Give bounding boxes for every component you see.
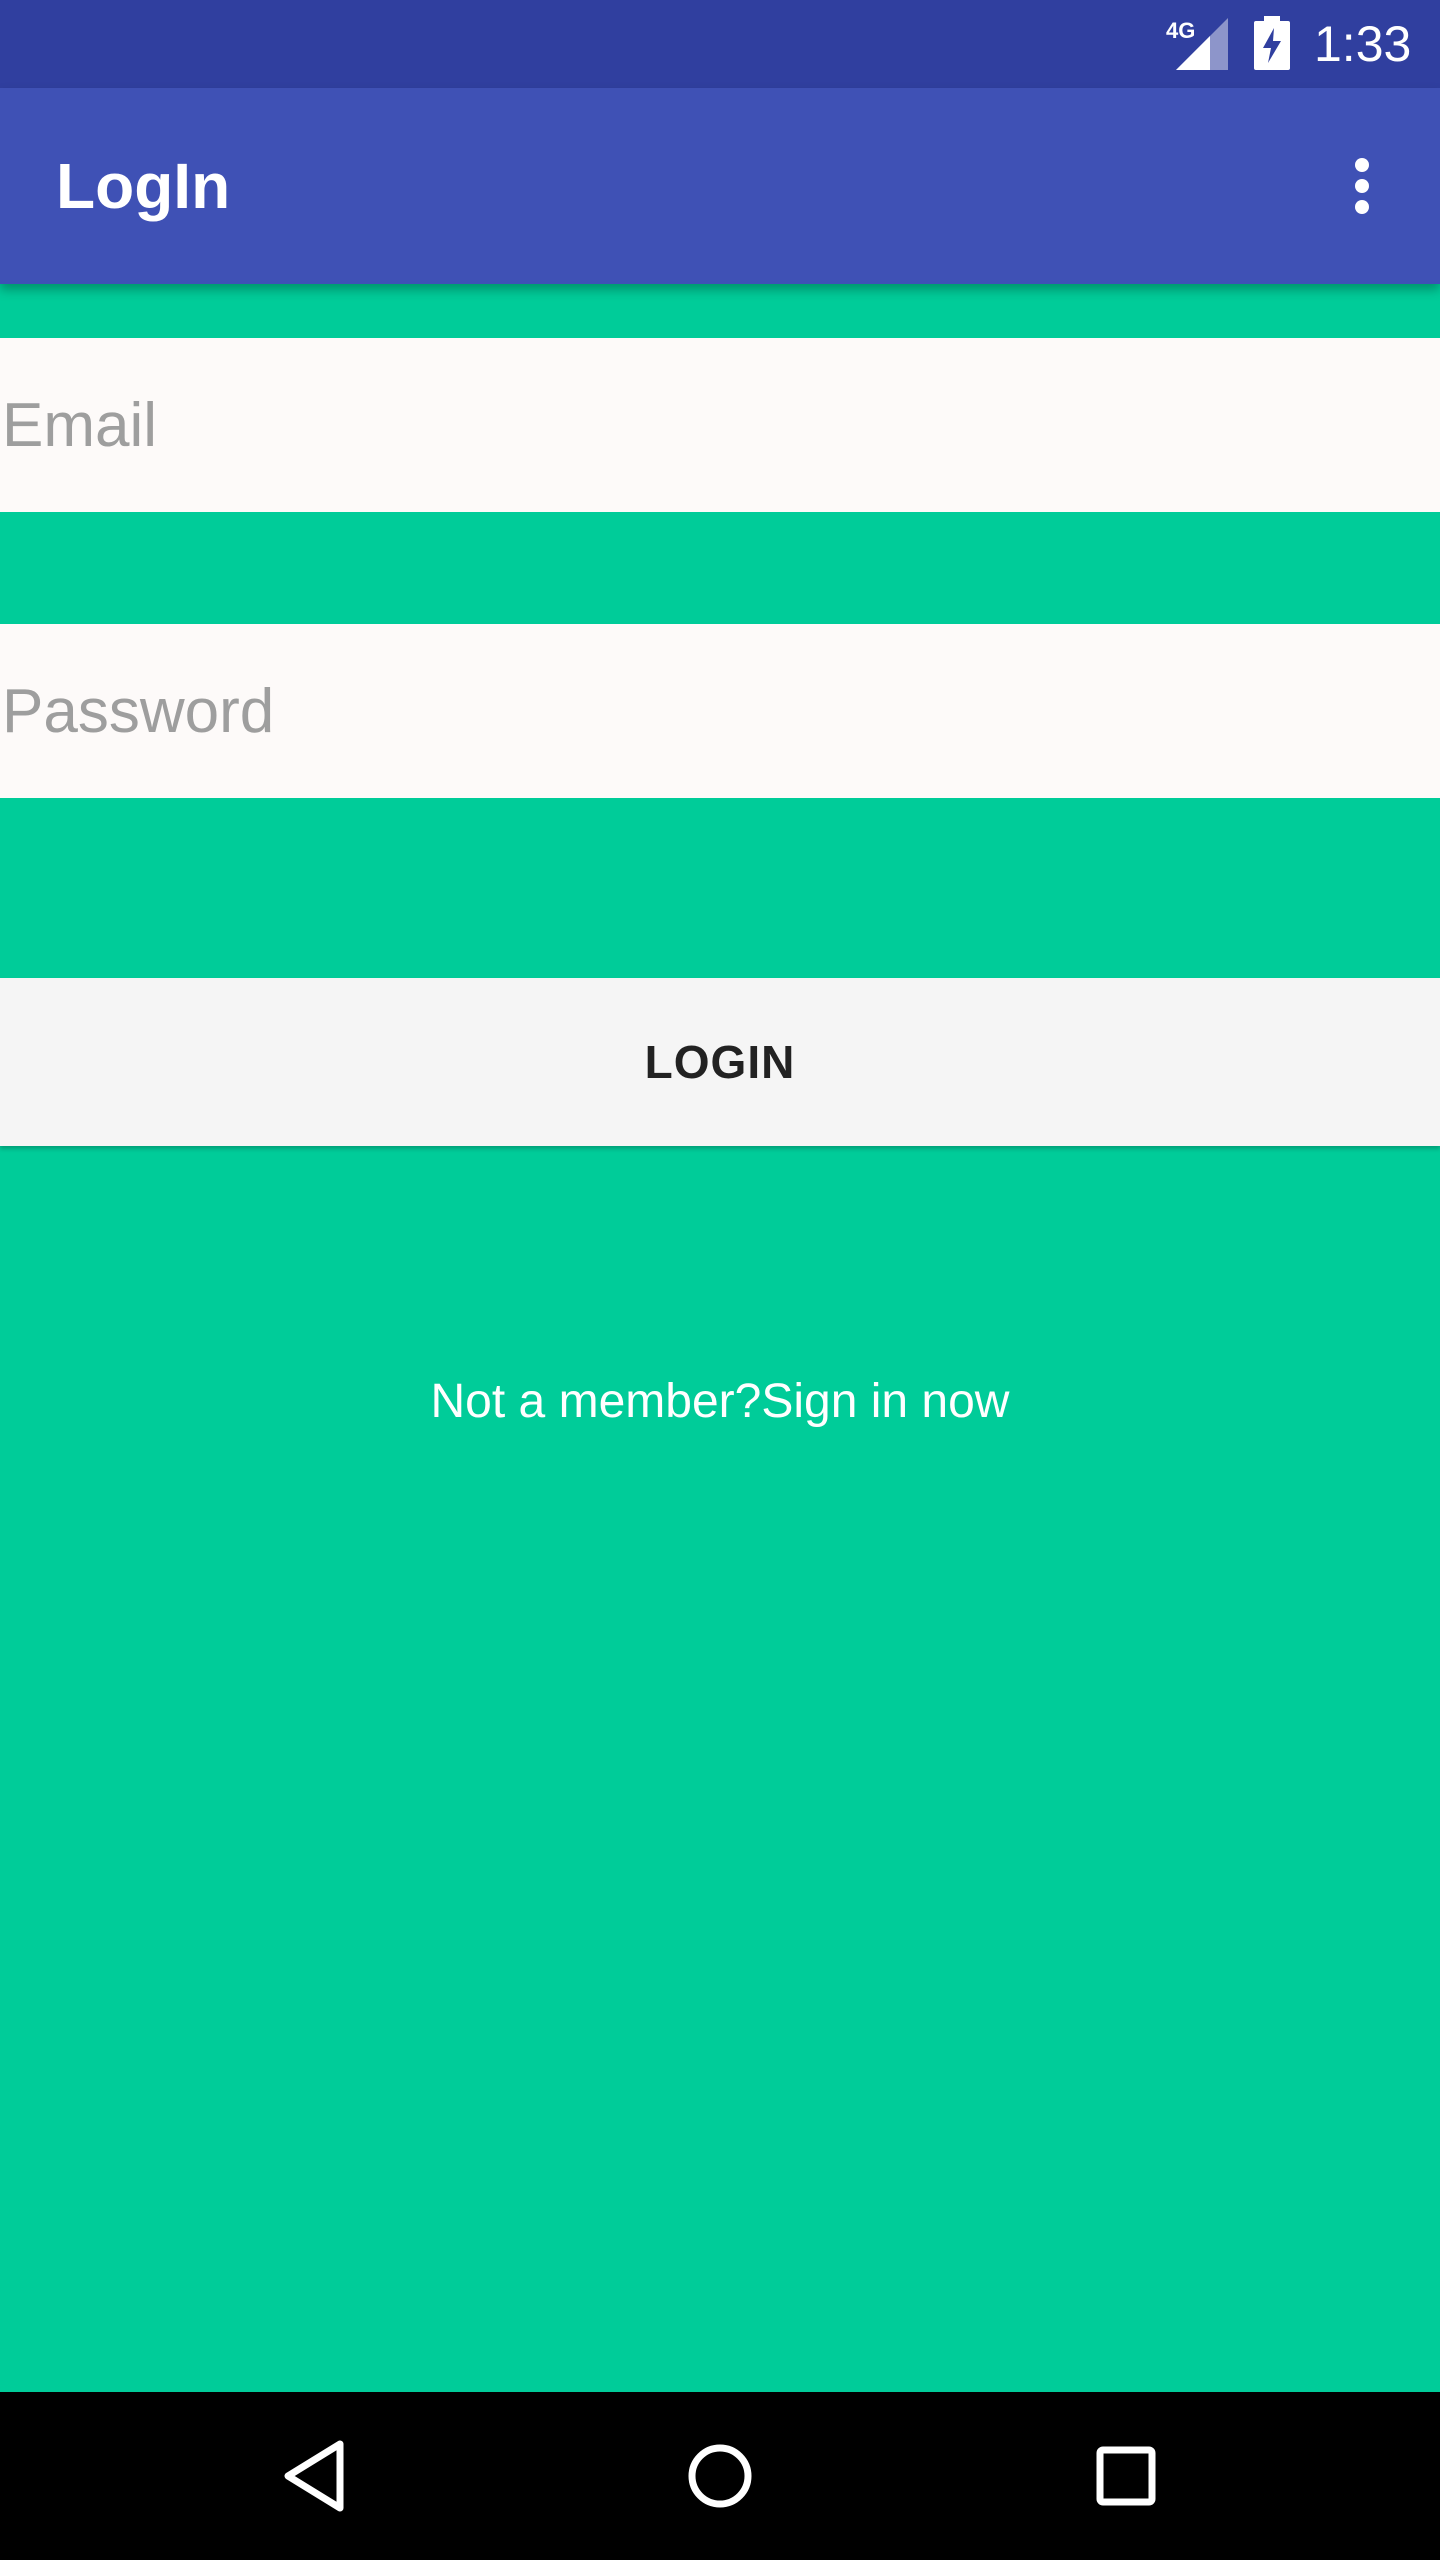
home-icon[interactable] [670, 2426, 770, 2526]
battery-charging-icon [1254, 16, 1290, 70]
signup-link[interactable]: Not a member?Sign in now [0, 1370, 1440, 1434]
app-title: LogIn [56, 150, 231, 222]
password-field[interactable] [0, 624, 1440, 798]
signal-icon [1176, 18, 1228, 70]
more-vert-icon[interactable] [1326, 144, 1398, 228]
back-icon[interactable] [266, 2426, 366, 2526]
login-screen: 4G 1:33 LogIn LOGIN Not a member?Sign in… [0, 0, 1440, 2560]
email-field[interactable] [0, 338, 1440, 512]
status-bar: 4G 1:33 [0, 0, 1440, 88]
app-bar: LogIn [0, 88, 1440, 284]
clock: 1:33 [1314, 16, 1412, 72]
recents-icon[interactable] [1074, 2426, 1174, 2526]
login-button[interactable]: LOGIN [0, 978, 1440, 1146]
navigation-bar [0, 2392, 1440, 2560]
